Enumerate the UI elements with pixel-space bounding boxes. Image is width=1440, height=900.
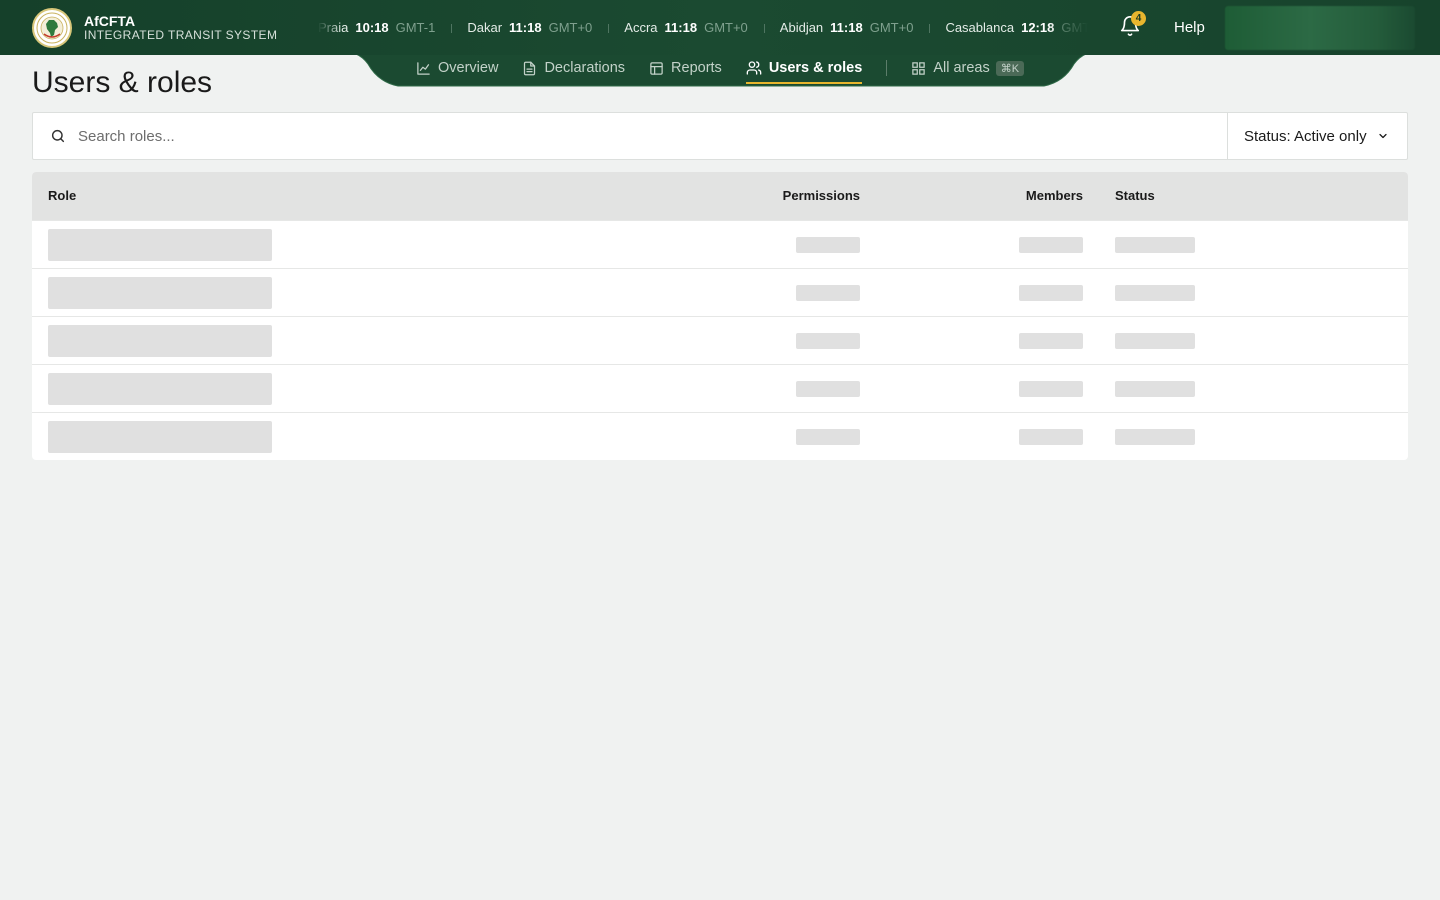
skeleton-permissions [796,333,860,349]
main-nav: Overview Declarations Reports Users & ro… [336,50,1106,88]
skeleton-members [1019,381,1083,397]
clock-city: Accra [624,20,658,35]
tab-declarations[interactable]: Declarations [522,50,625,86]
table-row-skeleton [32,220,1408,268]
search-filter-bar: Status: Active only [32,112,1408,160]
skeleton-role [48,373,272,405]
all-areas-button[interactable]: All areas ⌘K [911,50,1025,86]
column-header-members[interactable]: Members [1026,188,1083,203]
skeleton-role [48,229,272,261]
clock-city: Casablanca [945,20,1015,35]
clock-praia: Praia 10:18 GMT-1 [318,20,451,35]
clock-city: Praia [318,20,349,35]
skeleton-permissions [796,285,860,301]
table-row-skeleton [32,412,1408,460]
clock-zone: GMT+0 [869,20,914,35]
nav-divider [886,60,888,76]
skeleton-status [1115,429,1195,445]
clock-zone: GMT-1 [395,20,436,35]
help-link[interactable]: Help [1174,19,1205,36]
chevron-down-icon [1379,133,1387,139]
clock-dakar: Dakar 11:18 GMT+0 [451,20,608,35]
clock-city: Dakar [467,20,503,35]
column-header-permissions[interactable]: Permissions [783,188,860,203]
line-chart-icon [417,61,430,75]
user-menu[interactable] [1225,6,1415,50]
skeleton-status [1115,285,1195,301]
world-clocks: Praia 10:18 GMT-1 Dakar 11:18 GMT+0 Accr… [318,0,1088,55]
skeleton-members [1019,285,1083,301]
table-header: Role Permissions Members Status [32,172,1408,220]
tab-label: Declarations [544,60,626,76]
table-row-skeleton [32,364,1408,412]
clock-zone: GMT+0 [548,20,593,35]
afcfta-emblem-icon [32,8,72,48]
skeleton-status [1115,333,1195,349]
search-box [33,113,1227,159]
clock-accra: Accra 11:18 GMT+0 [608,20,764,35]
status-filter-select[interactable]: Status: Active only [1227,113,1407,159]
tab-reports[interactable]: Reports [649,50,722,86]
users-icon [746,61,762,75]
skeleton-members [1019,429,1083,445]
tab-label: Overview [438,60,499,76]
app-title: AfCFTA [84,13,136,30]
clock-time: 11:18 [509,20,542,35]
tab-label: Users & roles [768,60,863,76]
tab-label: Reports [671,60,722,76]
search-input[interactable] [78,127,978,145]
column-header-status[interactable]: Status [1115,188,1155,203]
clock-zone: GMT+0 [704,20,748,35]
roles-table: Role Permissions Members Status [32,172,1408,460]
clock-time: 11:18 [830,20,863,35]
table-icon [650,61,663,75]
clock-zone: GMT+1 [1061,20,1088,35]
top-bar: AfCFTA INTEGRATED TRANSIT SYSTEM Praia 1… [0,0,1440,55]
grid-icon [912,61,926,75]
clock-time: 12:18 [1021,20,1055,35]
page-title: Users & roles [32,66,213,99]
clock-time: 10:18 [355,20,389,35]
brand[interactable]: AfCFTA INTEGRATED TRANSIT SYSTEM [32,8,277,48]
skeleton-role [48,325,272,357]
tab-overview[interactable]: Overview [416,50,498,86]
all-areas-label: All areas [933,60,990,76]
skeleton-permissions [796,237,860,253]
column-header-role[interactable]: Role [48,188,76,203]
table-row-skeleton [32,268,1408,316]
search-icon [51,129,65,143]
document-icon [524,61,536,75]
app-subtitle: INTEGRATED TRANSIT SYSTEM [84,28,278,43]
status-filter-label: Status: Active only [1244,127,1367,145]
clock-abidjan: Abidjan 11:18 GMT+0 [763,20,930,35]
skeleton-status [1115,237,1195,253]
clock-time: 11:18 [664,20,698,35]
skeleton-permissions [796,429,860,445]
keyboard-shortcut-badge: ⌘K [995,60,1025,76]
skeleton-members [1019,237,1083,253]
tab-users-roles[interactable]: Users & roles [745,50,863,86]
table-row-skeleton [32,316,1408,364]
skeleton-role [48,421,272,453]
clock-casablanca: Casablanca 12:18 GMT+1 [929,20,1088,35]
notifications-button[interactable]: 4 [1119,11,1146,39]
notifications-badge: 4 [1131,11,1146,26]
skeleton-members [1019,333,1083,349]
clock-city: Abidjan [779,20,824,35]
skeleton-status [1115,381,1195,397]
skeleton-permissions [796,381,860,397]
skeleton-role [48,277,272,309]
